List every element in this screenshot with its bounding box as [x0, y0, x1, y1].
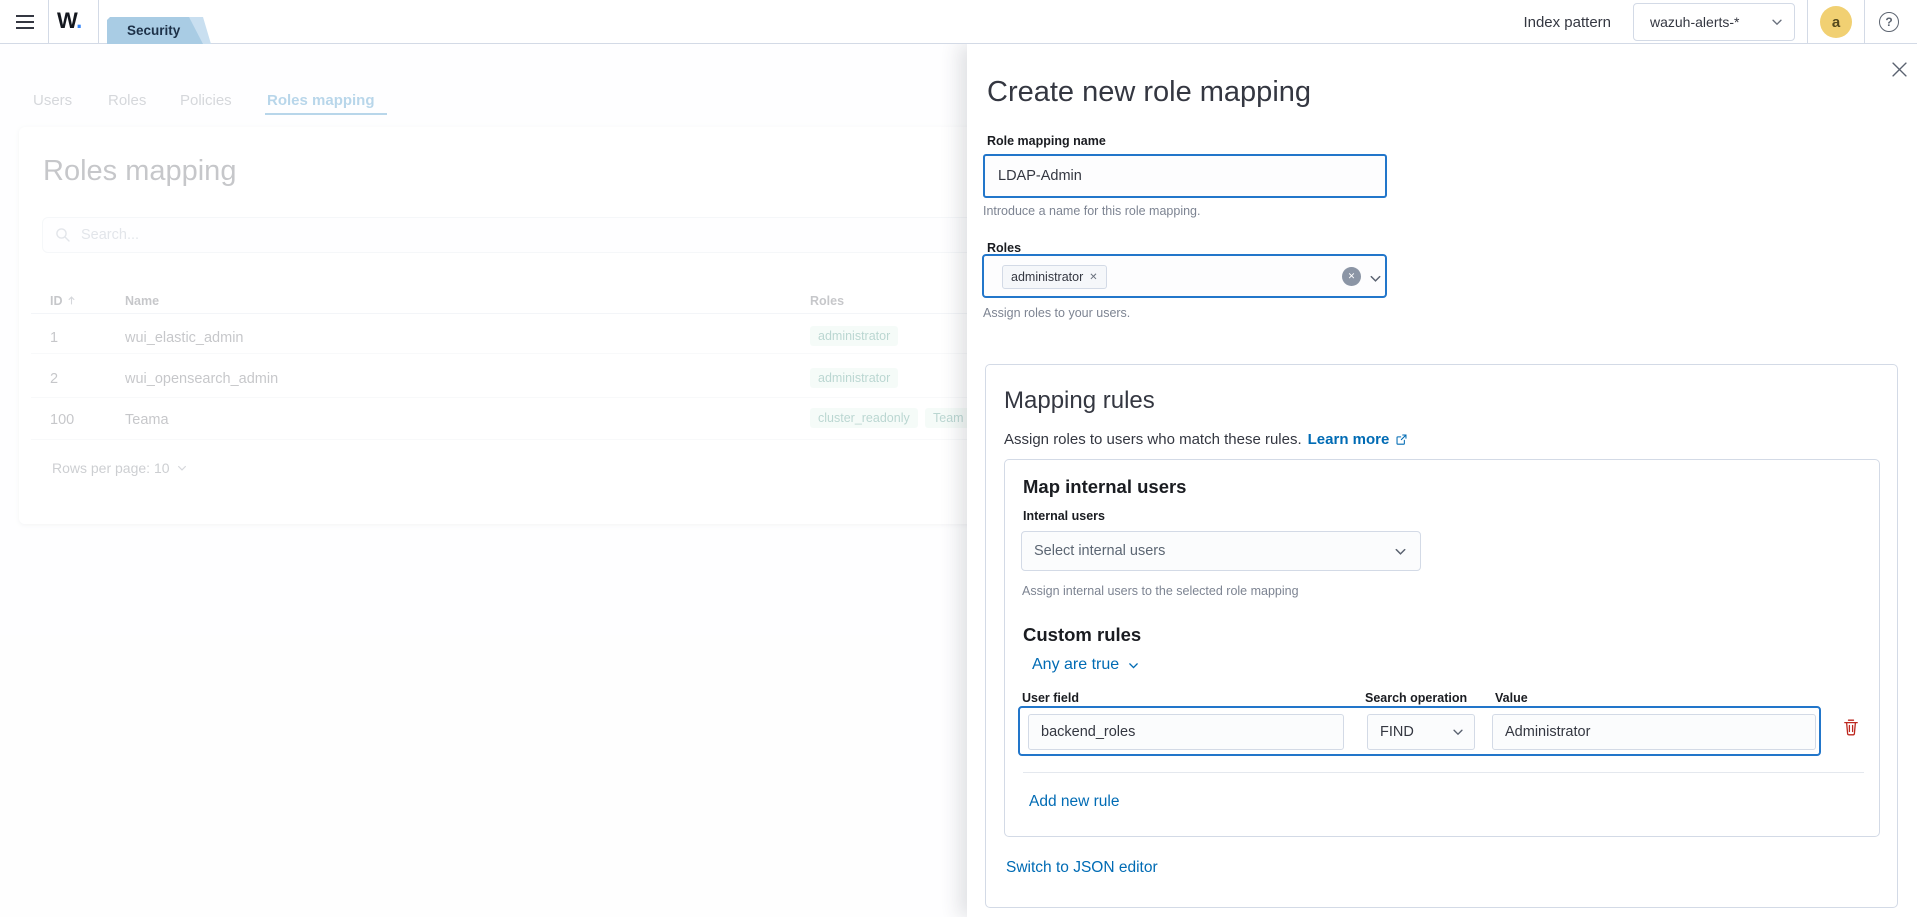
user-field-input[interactable] [1028, 714, 1344, 750]
top-navigation-bar: W. Security Index pattern wazuh-alerts-*… [0, 0, 1917, 44]
flyout-title: Create new role mapping [987, 76, 1311, 109]
internal-users-select[interactable]: Select internal users [1021, 531, 1421, 571]
custom-rules-title: Custom rules [1023, 624, 1141, 646]
mapping-rules-title: Mapping rules [1004, 387, 1155, 415]
index-pattern-label: Index pattern [1523, 14, 1611, 31]
search-operation-label: Search operation [1365, 691, 1467, 705]
selected-role-chip[interactable]: administrator ✕ [1002, 265, 1107, 289]
user-avatar[interactable]: a [1820, 6, 1852, 38]
clear-all-roles-icon[interactable]: ✕ [1342, 267, 1361, 286]
learn-more-link[interactable]: Learn more [1308, 431, 1390, 448]
wazuh-logo[interactable]: W. [57, 8, 82, 34]
user-field-label: User field [1022, 691, 1079, 705]
topbar-divider [48, 0, 49, 43]
chevron-down-icon [1451, 725, 1465, 739]
chevron-down-icon [1127, 659, 1140, 672]
value-label: Value [1495, 691, 1528, 705]
index-pattern-value: wazuh-alerts-* [1650, 14, 1770, 30]
rules-editor-panel: Map internal users Internal users Select… [1004, 459, 1880, 837]
rule-condition-dropdown[interactable]: Any are true [1032, 656, 1140, 674]
topbar-divider [1807, 0, 1808, 43]
menu-icon[interactable] [13, 11, 37, 33]
selected-role-chip-label: administrator [1011, 270, 1083, 284]
roles-label: Roles [987, 241, 1021, 255]
internal-users-help: Assign internal users to the selected ro… [1022, 584, 1299, 598]
security-app-tab[interactable]: Security [107, 17, 217, 44]
chevron-down-icon [1770, 15, 1784, 29]
external-link-icon [1395, 433, 1408, 446]
app-screen: W. Security Index pattern wazuh-alerts-*… [0, 0, 1917, 917]
roles-help: Assign roles to your users. [983, 306, 1130, 320]
create-role-mapping-flyout: Create new role mapping Role mapping nam… [967, 44, 1917, 917]
delete-rule-icon[interactable] [1843, 718, 1859, 741]
value-input[interactable] [1492, 714, 1816, 750]
mapping-rules-description: Assign roles to users who match these ru… [1004, 431, 1302, 448]
help-icon[interactable]: ? [1879, 12, 1899, 32]
index-pattern-select[interactable]: wazuh-alerts-* [1633, 3, 1795, 41]
roles-combo-box[interactable]: administrator ✕ ✕ [982, 254, 1387, 298]
remove-role-icon[interactable]: ✕ [1089, 272, 1097, 283]
security-tab-label: Security [127, 23, 180, 38]
topbar-divider [98, 0, 99, 43]
search-operation-select[interactable]: FIND [1367, 714, 1475, 750]
add-new-rule-link[interactable]: Add new rule [1029, 793, 1119, 811]
internal-users-label: Internal users [1023, 509, 1105, 523]
chevron-down-icon [1393, 544, 1408, 559]
custom-rule-row: FIND [1018, 706, 1821, 756]
role-mapping-name-label: Role mapping name [987, 134, 1106, 148]
chevron-down-icon[interactable] [1368, 271, 1383, 286]
topbar-divider [1864, 0, 1865, 43]
mapping-rules-panel: Mapping rules Assign roles to users who … [985, 364, 1898, 908]
map-internal-users-title: Map internal users [1023, 476, 1186, 498]
role-mapping-name-help: Introduce a name for this role mapping. [983, 204, 1200, 218]
internal-users-placeholder: Select internal users [1034, 543, 1393, 559]
switch-to-json-editor-link[interactable]: Switch to JSON editor [1006, 859, 1158, 877]
role-mapping-name-input[interactable] [983, 154, 1387, 198]
rules-divider [1023, 772, 1864, 773]
close-icon[interactable] [1888, 58, 1910, 80]
